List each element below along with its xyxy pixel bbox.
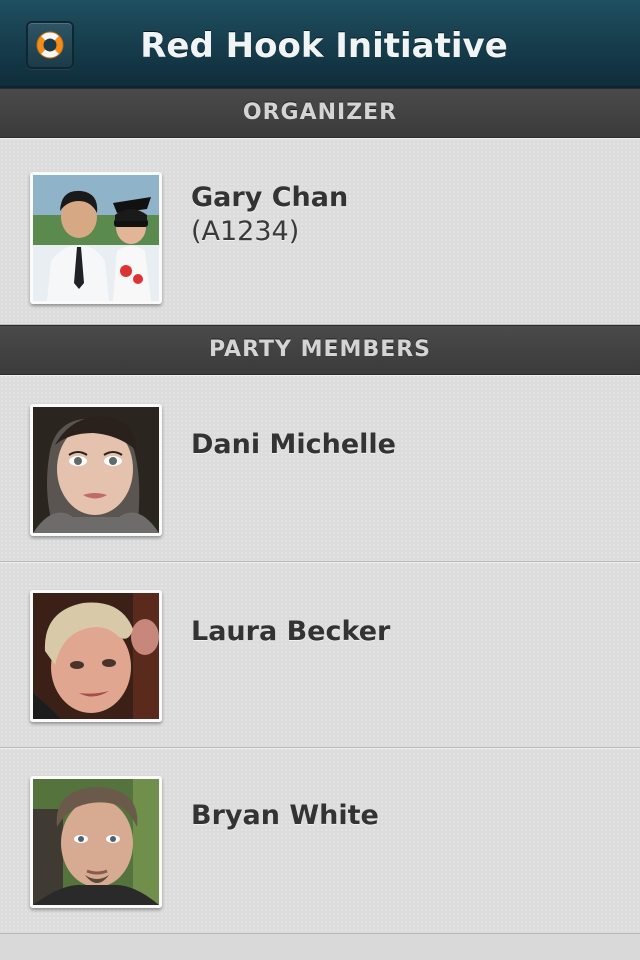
photo-of-woman-blonde-short-hair-icon [33, 593, 159, 719]
nav-bar: Red Hook Initiative [0, 0, 640, 88]
photo-of-man-with-child-icon [33, 175, 159, 301]
page-title: Red Hook Initiative [0, 24, 640, 68]
member-name: Bryan White [191, 800, 379, 831]
list-item[interactable]: Bryan White [0, 748, 640, 934]
organizer-id: (A1234) [191, 216, 300, 247]
organizer-name: Gary Chan [191, 182, 349, 213]
member-name: Laura Becker [191, 616, 391, 647]
list-item[interactable]: Dani Michelle [0, 375, 640, 562]
avatar [30, 172, 162, 304]
page-title-text: Red Hook Initiative [140, 26, 508, 66]
avatar [30, 776, 162, 908]
photo-of-woman-dark-hair-icon [33, 407, 159, 533]
list-item[interactable]: Laura Becker [0, 562, 640, 748]
avatar [30, 404, 162, 536]
organizer-row[interactable]: Gary Chan (A1234) [0, 138, 640, 325]
section-header-party-members: PARTY MEMBERS [0, 325, 640, 375]
avatar [30, 590, 162, 722]
member-name: Dani Michelle [191, 429, 396, 460]
section-header-organizer: ORGANIZER [0, 88, 640, 138]
photo-of-man-goatee-icon [33, 779, 159, 905]
